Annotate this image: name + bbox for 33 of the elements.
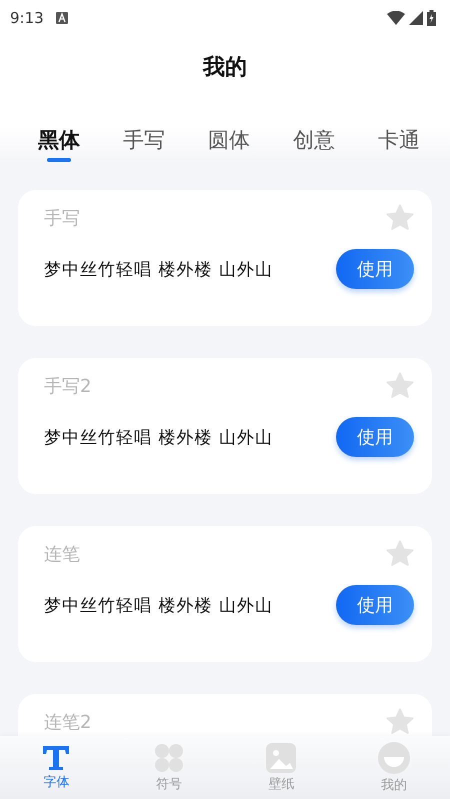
signal-icon: [409, 11, 423, 25]
category-tab[interactable]: 黑体: [36, 126, 82, 164]
nav-tab[interactable]: 符号: [112, 736, 225, 799]
font-sample: 梦中丝竹轻唱 楼外楼 山外山: [44, 594, 273, 616]
status-time: 9:13: [10, 9, 44, 27]
notification-icon: [56, 12, 68, 24]
category-tab[interactable]: 手写: [121, 126, 167, 164]
nav-tab[interactable]: 字体: [0, 736, 112, 799]
font-sample: 梦中丝竹轻唱 楼外楼 山外山: [44, 258, 273, 280]
star-icon[interactable]: [386, 372, 414, 399]
use-button[interactable]: 使用: [336, 585, 414, 625]
font-name: 手写: [44, 206, 80, 230]
nav-tab[interactable]: 壁纸: [225, 736, 338, 799]
font-icon: [42, 744, 70, 770]
page-title: 我的: [203, 54, 247, 82]
nav-tab[interactable]: 我的: [338, 736, 450, 799]
font-name: 连笔2: [44, 710, 92, 734]
star-icon[interactable]: [386, 708, 414, 735]
use-button[interactable]: 使用: [336, 417, 414, 457]
font-name: 手写2: [44, 374, 92, 398]
star-icon[interactable]: [386, 540, 414, 567]
star-icon[interactable]: [386, 204, 414, 231]
battery-icon: [427, 10, 436, 26]
font-name: 连笔: [44, 542, 80, 566]
font-sample: 梦中丝竹轻唱 楼外楼 山外山: [44, 426, 273, 448]
category-tab[interactable]: 圆体: [206, 126, 252, 164]
use-button[interactable]: 使用: [336, 249, 414, 289]
image-icon: [266, 742, 296, 772]
wifi-icon: [387, 11, 405, 25]
category-tab[interactable]: 卡通: [376, 126, 422, 164]
clover-icon: [154, 742, 184, 772]
smiley-icon: [378, 742, 410, 774]
category-tab[interactable]: 创意: [291, 126, 337, 164]
